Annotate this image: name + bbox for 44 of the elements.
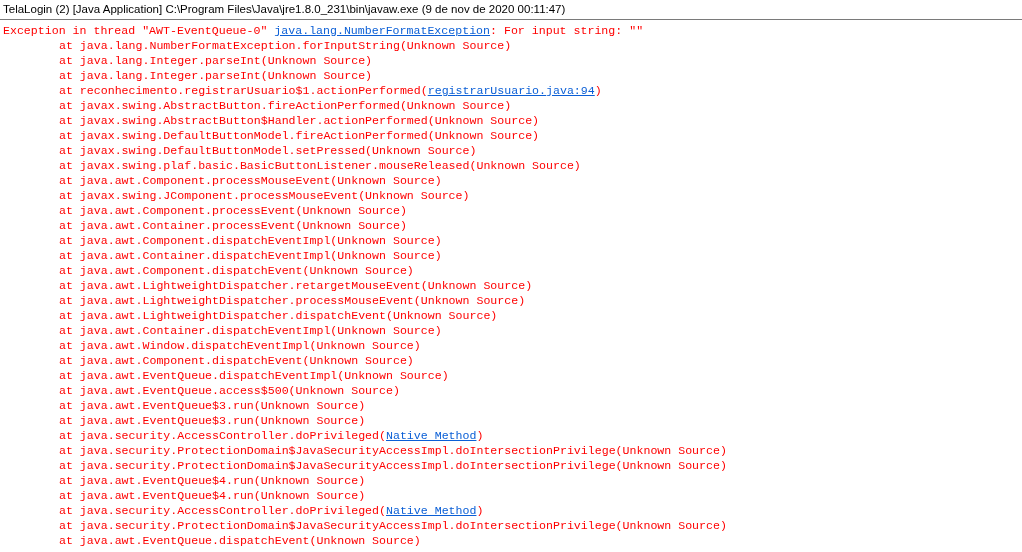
stack-trace-text: at java.awt.EventQueue$3.run(Unknown Source): [59, 399, 366, 412]
stack-trace-text: at javax.swing.AbstractButton$Handler.actionPerformed(Unknown Source): [59, 114, 540, 127]
stack-trace-text: at java.awt.EventQueue.dispatchEvent(Unknown Source): [59, 534, 421, 547]
exception-text: : For input string: "": [490, 24, 644, 37]
source-link[interactable]: java.lang.NumberFormatException: [274, 24, 491, 37]
stack-trace-text: ): [476, 429, 484, 442]
stack-trace-text: ): [594, 84, 602, 97]
stack-trace-text: at javax.swing.AbstractButton.fireActionPerformed(Unknown Source): [59, 99, 512, 112]
console-title: TelaLogin (2) [Java Application] C:\Program Files\Java\jre1.8.0_231\bin\javaw.exe (9 de nov de 2020 00:11:47): [0, 0, 1022, 20]
stack-trace-text: at javax.swing.plaf.basic.BasicButtonListener.mouseReleased(Unknown Source): [59, 159, 581, 172]
stack-trace-text: at java.security.AccessController.doPrivileged(: [59, 429, 386, 442]
stack-trace-text: at javax.swing.DefaultButtonModel.setPressed(Unknown Source): [59, 144, 477, 157]
source-link[interactable]: registrarUsuario.java:94: [427, 84, 595, 97]
stack-trace-text: at java.awt.EventQueue$4.run(Unknown Source): [59, 489, 366, 502]
source-link[interactable]: Native Method: [386, 429, 477, 442]
stack-trace-text: at java.awt.Container.dispatchEventImpl(Unknown Source): [59, 249, 442, 262]
stack-trace-text: at java.awt.Component.dispatchEvent(Unknown Source): [59, 354, 414, 367]
stack-trace-text: at java.awt.EventQueue$4.run(Unknown Source): [59, 474, 366, 487]
stack-trace-text: at java.awt.EventQueue.dispatchEventImpl(Unknown Source): [59, 369, 449, 382]
stack-trace-text: at java.awt.LightweightDispatcher.processMouseEvent(Unknown Source): [59, 294, 526, 307]
stack-trace-text: at javax.swing.DefaultButtonModel.fireActionPerformed(Unknown Source): [59, 129, 540, 142]
stack-trace-text: at java.lang.NumberFormatException.forInputString(Unknown Source): [59, 39, 512, 52]
source-link[interactable]: Native Method: [386, 504, 477, 517]
stack-trace-text: at java.awt.EventQueue.access$500(Unknown Source): [59, 384, 400, 397]
stack-trace-text: at reconhecimento.registrarUsuario$1.actionPerformed(: [59, 84, 428, 97]
stack-trace-text: at java.awt.Component.processEvent(Unknown Source): [59, 204, 407, 217]
stack-trace-text: at java.awt.LightweightDispatcher.dispatchEvent(Unknown Source): [59, 309, 498, 322]
stack-trace-text: at java.security.AccessController.doPrivileged(: [59, 504, 386, 517]
stack-trace-text: at java.lang.Integer.parseInt(Unknown Source): [59, 54, 373, 67]
stack-trace-text: at java.lang.Integer.parseInt(Unknown Source): [59, 69, 373, 82]
stack-trace-text: at java.awt.LightweightDispatcher.retargetMouseEvent(Unknown Source): [59, 279, 533, 292]
exception-text: Exception in thread "AWT-EventQueue-0": [3, 24, 269, 37]
stack-trace-text: at java.awt.Container.dispatchEventImpl(Unknown Source): [59, 324, 442, 337]
stack-trace-text: at java.awt.Container.processEvent(Unknown Source): [59, 219, 407, 232]
stack-trace-text: ): [476, 504, 484, 517]
stack-trace-text: at javax.swing.JComponent.processMouseEvent(Unknown Source): [59, 189, 470, 202]
stack-trace-text: at java.awt.Window.dispatchEventImpl(Unknown Source): [59, 339, 421, 352]
stack-trace-text: at java.awt.Component.dispatchEvent(Unknown Source): [59, 264, 414, 277]
stack-trace-text: at java.security.ProtectionDomain$JavaSecurityAccessImpl.doIntersectionPrivilege(Unknown Source): [59, 519, 727, 532]
stack-trace-text: at java.awt.Component.dispatchEventImpl(Unknown Source): [59, 234, 442, 247]
stack-trace-text: at java.security.ProtectionDomain$JavaSecurityAccessImpl.doIntersectionPrivilege(Unknown Source): [59, 444, 727, 457]
stack-trace-text: at java.awt.Component.processMouseEvent(Unknown Source): [59, 174, 442, 187]
stack-trace-text: at java.awt.EventQueue$3.run(Unknown Source): [59, 414, 366, 427]
stack-trace-text: at java.security.ProtectionDomain$JavaSecurityAccessImpl.doIntersectionPrivilege(Unknown Source): [59, 459, 727, 472]
